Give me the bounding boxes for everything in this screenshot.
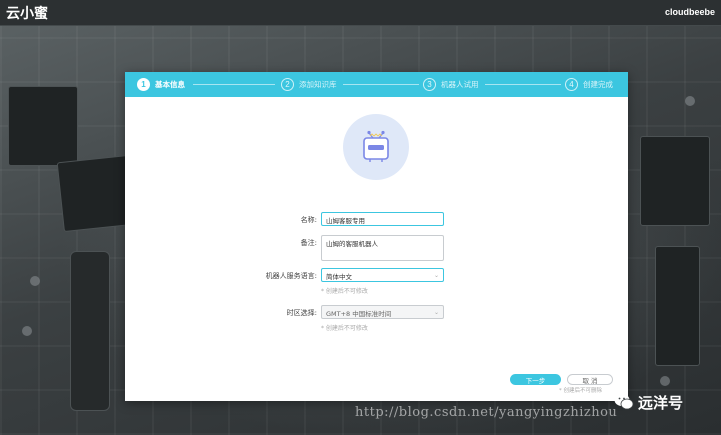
wechat-icon: [614, 394, 634, 410]
next-button[interactable]: 下一步: [510, 374, 561, 385]
watermark-text: 远洋号: [638, 393, 684, 412]
robot-icon: [363, 130, 389, 162]
app-brand[interactable]: 云小蜜: [6, 3, 48, 23]
timezone-select[interactable]: GMT+8 中国标准时间 ⌄: [321, 305, 444, 319]
step-2: 2 添加知识库: [281, 77, 337, 92]
name-input[interactable]: 山姆客服专用: [321, 212, 444, 226]
pad-decoration: [685, 96, 695, 106]
capacitor-decoration: [70, 251, 110, 411]
step-connector: [485, 84, 561, 85]
watermark-logo: 远洋号: [614, 389, 718, 415]
top-bar: 云小蜜 cloudbeebe: [0, 0, 721, 26]
language-select[interactable]: 简体中文 ⌄: [321, 268, 444, 282]
chevron-down-icon: ⌄: [433, 309, 439, 316]
pad-decoration: [30, 276, 40, 286]
step-number: 3: [423, 78, 436, 91]
delete-hint: * 创建后不可删除: [559, 388, 602, 394]
step-label: 基本信息: [155, 80, 185, 89]
step-3: 3 机器人试用: [423, 77, 479, 92]
language-label: 机器人服务语言:: [265, 272, 317, 280]
timezone-hint: * 创建后不可修改: [321, 325, 368, 332]
name-label: 名称:: [300, 216, 317, 224]
chip-decoration: [655, 246, 700, 366]
chip-decoration: [640, 136, 710, 226]
remark-label: 备注:: [300, 239, 317, 247]
brand-right-logo[interactable]: cloudbeebe: [665, 7, 715, 17]
robot-avatar[interactable]: [343, 114, 409, 180]
language-select-value: 简体中文: [326, 273, 352, 281]
step-number: 2: [281, 78, 294, 91]
watermark-url: http://blog.csdn.net/yangyingzhizhou: [355, 405, 618, 420]
timezone-label: 时区选择:: [286, 309, 317, 317]
step-number: 4: [565, 78, 578, 91]
step-1: 1 基本信息: [137, 77, 185, 92]
step-label: 机器人试用: [441, 80, 479, 89]
pad-decoration: [22, 326, 32, 336]
chip-decoration: [8, 86, 78, 166]
step-label: 创建完成: [583, 80, 613, 89]
timezone-select-value: GMT+8 中国标准时间: [326, 310, 392, 318]
remark-textarea[interactable]: 山姆的客服机器人: [321, 235, 444, 261]
language-hint: * 创建后不可修改: [321, 288, 368, 295]
step-label: 添加知识库: [299, 80, 337, 89]
step-progress-bar: 1 基本信息 2 添加知识库 3 机器人试用 4 创建完成: [125, 72, 628, 97]
create-robot-dialog: 1 基本信息 2 添加知识库 3 机器人试用 4 创建完成 名称: 山姆客服专用…: [125, 72, 628, 401]
step-connector: [343, 84, 419, 85]
pad-decoration: [660, 376, 670, 386]
chevron-down-icon: ⌄: [433, 272, 439, 279]
step-connector: [193, 84, 275, 85]
step-4: 4 创建完成: [565, 77, 613, 92]
step-number: 1: [137, 78, 150, 91]
cancel-button[interactable]: 取 消: [567, 374, 613, 385]
